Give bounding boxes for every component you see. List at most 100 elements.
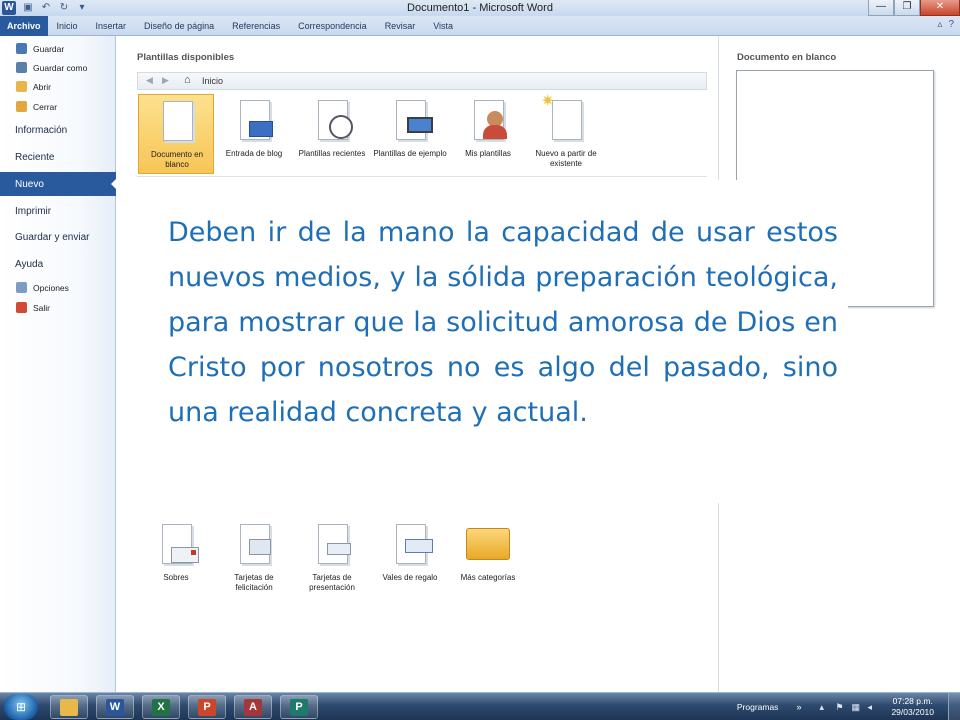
show-desktop-button[interactable] bbox=[948, 693, 960, 720]
sidebar-item-label: Cerrar bbox=[33, 101, 58, 112]
template-tarjetas-presentacion[interactable]: Tarjetas de presentación bbox=[294, 518, 370, 598]
template-mis-plantillas[interactable]: Mis plantillas bbox=[450, 94, 526, 174]
taskbar-app-explorer[interactable] bbox=[50, 695, 88, 719]
sidebar-item-cerrar[interactable]: Cerrar bbox=[0, 100, 116, 113]
close-folder-icon bbox=[16, 101, 27, 112]
taskbar-app-excel[interactable]: X bbox=[142, 695, 180, 719]
volume-icon[interactable]: ◂ bbox=[867, 702, 877, 712]
envelope-icon bbox=[158, 521, 199, 564]
template-vales-regalo[interactable]: Vales de regalo bbox=[372, 518, 448, 598]
clock-time: 07:28 p.m. bbox=[892, 696, 933, 706]
taskbar-app-publisher[interactable]: P bbox=[280, 695, 318, 719]
template-plantillas-ejemplo[interactable]: Plantillas de ejemplo bbox=[372, 94, 448, 174]
chevron-icon[interactable]: » bbox=[796, 702, 801, 712]
sidebar-item-imprimir[interactable]: Imprimir bbox=[0, 203, 116, 219]
powerpoint-icon: P bbox=[198, 699, 216, 716]
sidebar-item-ayuda[interactable]: Ayuda bbox=[0, 256, 116, 272]
forward-arrow-icon[interactable]: ▶ bbox=[162, 75, 169, 86]
tab-inicio[interactable]: Inicio bbox=[48, 16, 87, 36]
sidebar-item-label: Guardar bbox=[33, 43, 65, 54]
open-folder-icon bbox=[16, 81, 27, 92]
ribbon-right-controls: ▵ ? bbox=[937, 19, 954, 30]
sidebar-item-label: Guardar como bbox=[33, 62, 88, 73]
publisher-icon: P bbox=[290, 699, 308, 716]
flag-icon[interactable]: ⚑ bbox=[835, 702, 845, 712]
taskbar-app-word[interactable]: W bbox=[96, 695, 134, 719]
sidebar-item-informacion[interactable]: Información bbox=[0, 122, 116, 138]
sidebar-item-label: Opciones bbox=[33, 282, 69, 293]
template-label: Vales de regalo bbox=[382, 573, 438, 582]
template-label: Documento en blanco bbox=[150, 150, 204, 169]
taskbar: ⊞ W X P A P Programas » ▴ ⚑ ▦ ◂ 07:28 p.… bbox=[0, 692, 960, 720]
network-icon[interactable]: ▦ bbox=[851, 702, 861, 712]
my-templates-icon bbox=[470, 97, 507, 140]
title-bar: W ▣ ↶ ↻ ▾ Documento1 - Microsoft Word — … bbox=[0, 0, 960, 16]
arrow-up-icon[interactable]: ▴ bbox=[819, 702, 829, 712]
template-sobres[interactable]: Sobres bbox=[138, 518, 214, 598]
options-icon bbox=[16, 282, 27, 293]
template-tarjetas-felicitacion[interactable]: Tarjetas de felicitación bbox=[216, 518, 292, 598]
tab-archivo[interactable]: Archivo bbox=[0, 16, 48, 36]
new-from-existing-icon: ✷ bbox=[541, 93, 582, 140]
maximize-button[interactable]: ❐ bbox=[894, 0, 920, 16]
start-button[interactable]: ⊞ bbox=[4, 694, 38, 720]
template-nuevo-existente[interactable]: ✷ Nuevo a partir de existente bbox=[528, 93, 604, 174]
sidebar-item-abrir[interactable]: Abrir bbox=[0, 80, 116, 93]
sidebar-item-nuevo[interactable]: Nuevo bbox=[0, 172, 117, 196]
home-icon[interactable]: ⌂ bbox=[184, 74, 191, 86]
template-label: Plantillas de ejemplo bbox=[373, 149, 447, 158]
tab-diseno-pagina[interactable]: Diseño de página bbox=[135, 16, 223, 36]
tab-insertar[interactable]: Insertar bbox=[87, 16, 136, 36]
tab-vista[interactable]: Vista bbox=[424, 16, 462, 36]
folder-icon bbox=[466, 528, 510, 560]
callout-text: Deben ir de la mano la capacidad de usar… bbox=[168, 217, 838, 428]
gift-voucher-icon bbox=[392, 521, 433, 564]
sidebar-item-label: Abrir bbox=[33, 81, 51, 92]
clock-date: 29/03/2010 bbox=[891, 707, 934, 717]
template-label: Tarjetas de felicitación bbox=[234, 573, 274, 592]
tab-revisar[interactable]: Revisar bbox=[376, 16, 425, 36]
sidebar-item-label: Salir bbox=[33, 302, 51, 313]
text-callout: Deben ir de la mano la capacidad de usar… bbox=[136, 180, 848, 503]
ribbon-tab-bar: Archivo Inicio Insertar Diseño de página… bbox=[0, 16, 960, 36]
save-as-icon bbox=[16, 62, 27, 73]
close-button[interactable]: ✕ bbox=[920, 0, 960, 16]
clock[interactable]: 07:28 p.m. 29/03/2010 bbox=[891, 696, 934, 718]
template-navigation-bar: ◀ ▶ ⌂ Inicio bbox=[137, 72, 707, 90]
minimize-button[interactable]: — bbox=[868, 0, 894, 16]
sparkle-icon: ✷ bbox=[541, 93, 555, 110]
recent-templates-icon bbox=[314, 97, 353, 140]
template-entrada-blog[interactable]: Entrada de blog bbox=[216, 94, 292, 174]
taskbar-app-access[interactable]: A bbox=[234, 695, 272, 719]
explorer-icon bbox=[60, 699, 78, 716]
template-plantillas-recientes[interactable]: Plantillas recientes bbox=[294, 94, 370, 174]
breadcrumb[interactable]: Inicio bbox=[202, 76, 223, 86]
word-icon: W bbox=[106, 699, 124, 716]
business-card-icon bbox=[314, 521, 351, 564]
programs-toolbar[interactable]: Programas bbox=[737, 702, 779, 712]
blog-post-icon bbox=[240, 100, 273, 140]
tab-referencias[interactable]: Referencias bbox=[223, 16, 289, 36]
sidebar-item-opciones[interactable]: Opciones bbox=[0, 281, 116, 294]
template-documento-blanco[interactable]: Documento en blanco bbox=[138, 94, 214, 174]
sidebar-item-salir[interactable]: Salir bbox=[0, 301, 116, 314]
template-mas-categorias[interactable]: Más categorías bbox=[450, 518, 526, 598]
minimize-ribbon-icon[interactable]: ▵ bbox=[937, 19, 942, 30]
system-tray: Programas » ▴ ⚑ ▦ ◂ 07:28 p.m. 29/03/201… bbox=[737, 693, 960, 720]
template-label: Plantillas recientes bbox=[298, 149, 366, 158]
window-controls: — ❐ ✕ bbox=[868, 0, 960, 16]
template-label: Tarjetas de presentación bbox=[309, 573, 355, 592]
divider bbox=[137, 176, 707, 177]
back-arrow-icon[interactable]: ◀ bbox=[146, 75, 153, 86]
sidebar-item-guardar-como[interactable]: Guardar como bbox=[0, 61, 116, 74]
tab-correspondencia[interactable]: Correspondencia bbox=[289, 16, 376, 36]
section-title: Plantillas disponibles bbox=[137, 52, 235, 63]
sidebar-item-reciente[interactable]: Reciente bbox=[0, 149, 116, 165]
taskbar-app-powerpoint[interactable]: P bbox=[188, 695, 226, 719]
access-icon: A bbox=[244, 699, 262, 716]
template-label: Entrada de blog bbox=[225, 149, 283, 158]
windows-logo-icon: ⊞ bbox=[15, 700, 27, 714]
help-icon[interactable]: ? bbox=[948, 19, 954, 30]
sidebar-item-guardar[interactable]: Guardar bbox=[0, 42, 116, 55]
sidebar-item-guardar-enviar[interactable]: Guardar y enviar bbox=[0, 229, 116, 245]
